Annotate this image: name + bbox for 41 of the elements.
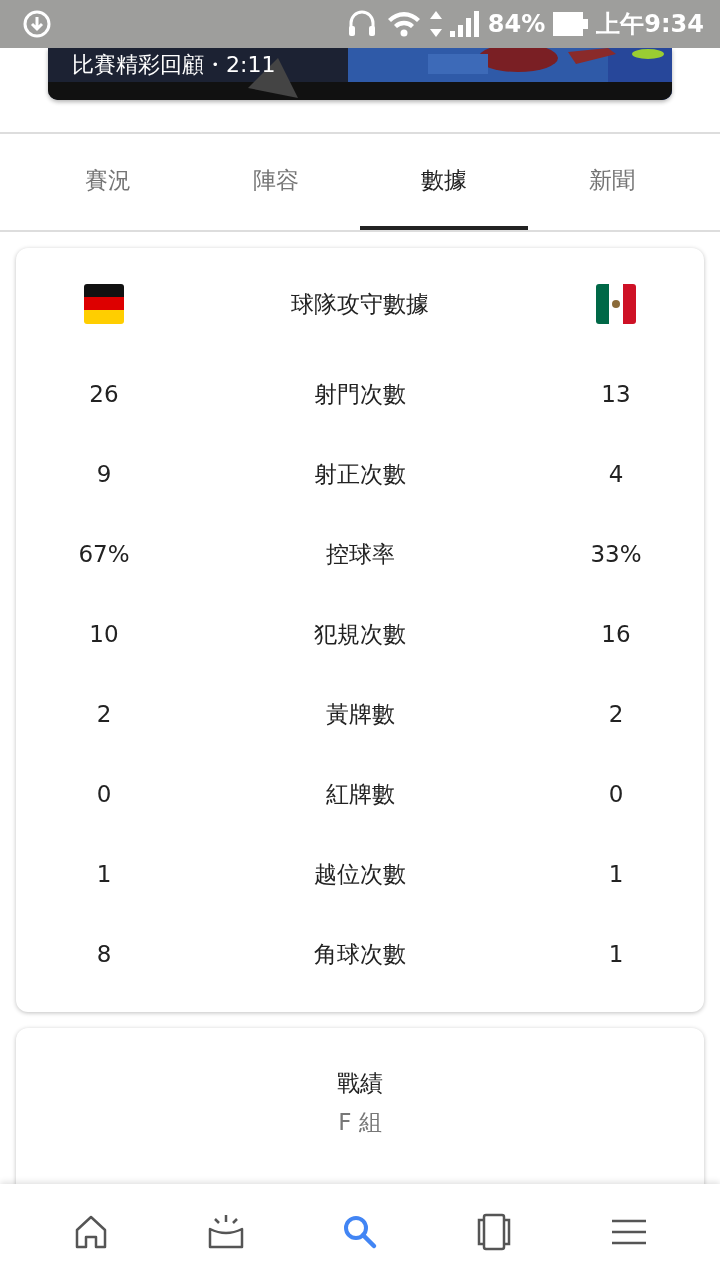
tab[interactable]: 新聞 xyxy=(528,134,696,230)
record-title: 戰績 xyxy=(337,1069,383,1098)
stat-value: 1 xyxy=(96,861,112,887)
stat-value: 0 xyxy=(608,781,624,807)
data-arrows-icon xyxy=(429,11,442,37)
stat-value: 13 xyxy=(601,381,631,407)
tab[interactable]: 數據 xyxy=(360,134,528,230)
stat-value: 16 xyxy=(601,621,631,647)
group-label: F 組 xyxy=(338,1108,382,1137)
tray-icon xyxy=(206,1213,245,1251)
stat-value: 2 xyxy=(608,701,624,727)
mexico-flag-icon xyxy=(596,284,636,324)
stat-label: 越位次數 xyxy=(314,859,406,889)
stats-title: 球隊攻守數據 xyxy=(291,289,429,319)
stat-value: 2 xyxy=(96,701,112,727)
stat-value: 0 xyxy=(96,781,112,807)
clock: 上午9:34 xyxy=(596,9,704,40)
stat-label: 角球次數 xyxy=(314,939,406,969)
stat-label: 射正次數 xyxy=(314,459,406,489)
germany-flag-icon xyxy=(84,284,124,324)
stat-label: 黃牌數 xyxy=(325,699,395,729)
stat-label: 犯規次數 xyxy=(314,619,406,649)
video-caption: 比賽精彩回顧・2:11 xyxy=(72,51,276,79)
stat-value: 8 xyxy=(96,941,112,967)
stat-value: 26 xyxy=(89,381,119,407)
stat-value: 9 xyxy=(96,461,112,487)
signal-icon xyxy=(449,11,480,37)
battery-icon xyxy=(553,10,589,38)
battery-percent: 84% xyxy=(487,10,546,38)
stat-value: 10 xyxy=(89,621,119,647)
stat-value: 67% xyxy=(78,541,130,567)
stat-value: 1 xyxy=(608,941,624,967)
tab[interactable]: 賽況 xyxy=(24,134,192,230)
stat-value: 4 xyxy=(608,461,624,487)
tab[interactable]: 陣容 xyxy=(192,134,360,230)
stat-label: 射門次數 xyxy=(314,379,406,409)
stat-value: 33% xyxy=(590,541,642,567)
stat-value: 1 xyxy=(608,861,624,887)
stat-label: 紅牌數 xyxy=(325,779,395,809)
download-icon xyxy=(22,9,52,39)
stat-label: 控球率 xyxy=(325,539,395,569)
